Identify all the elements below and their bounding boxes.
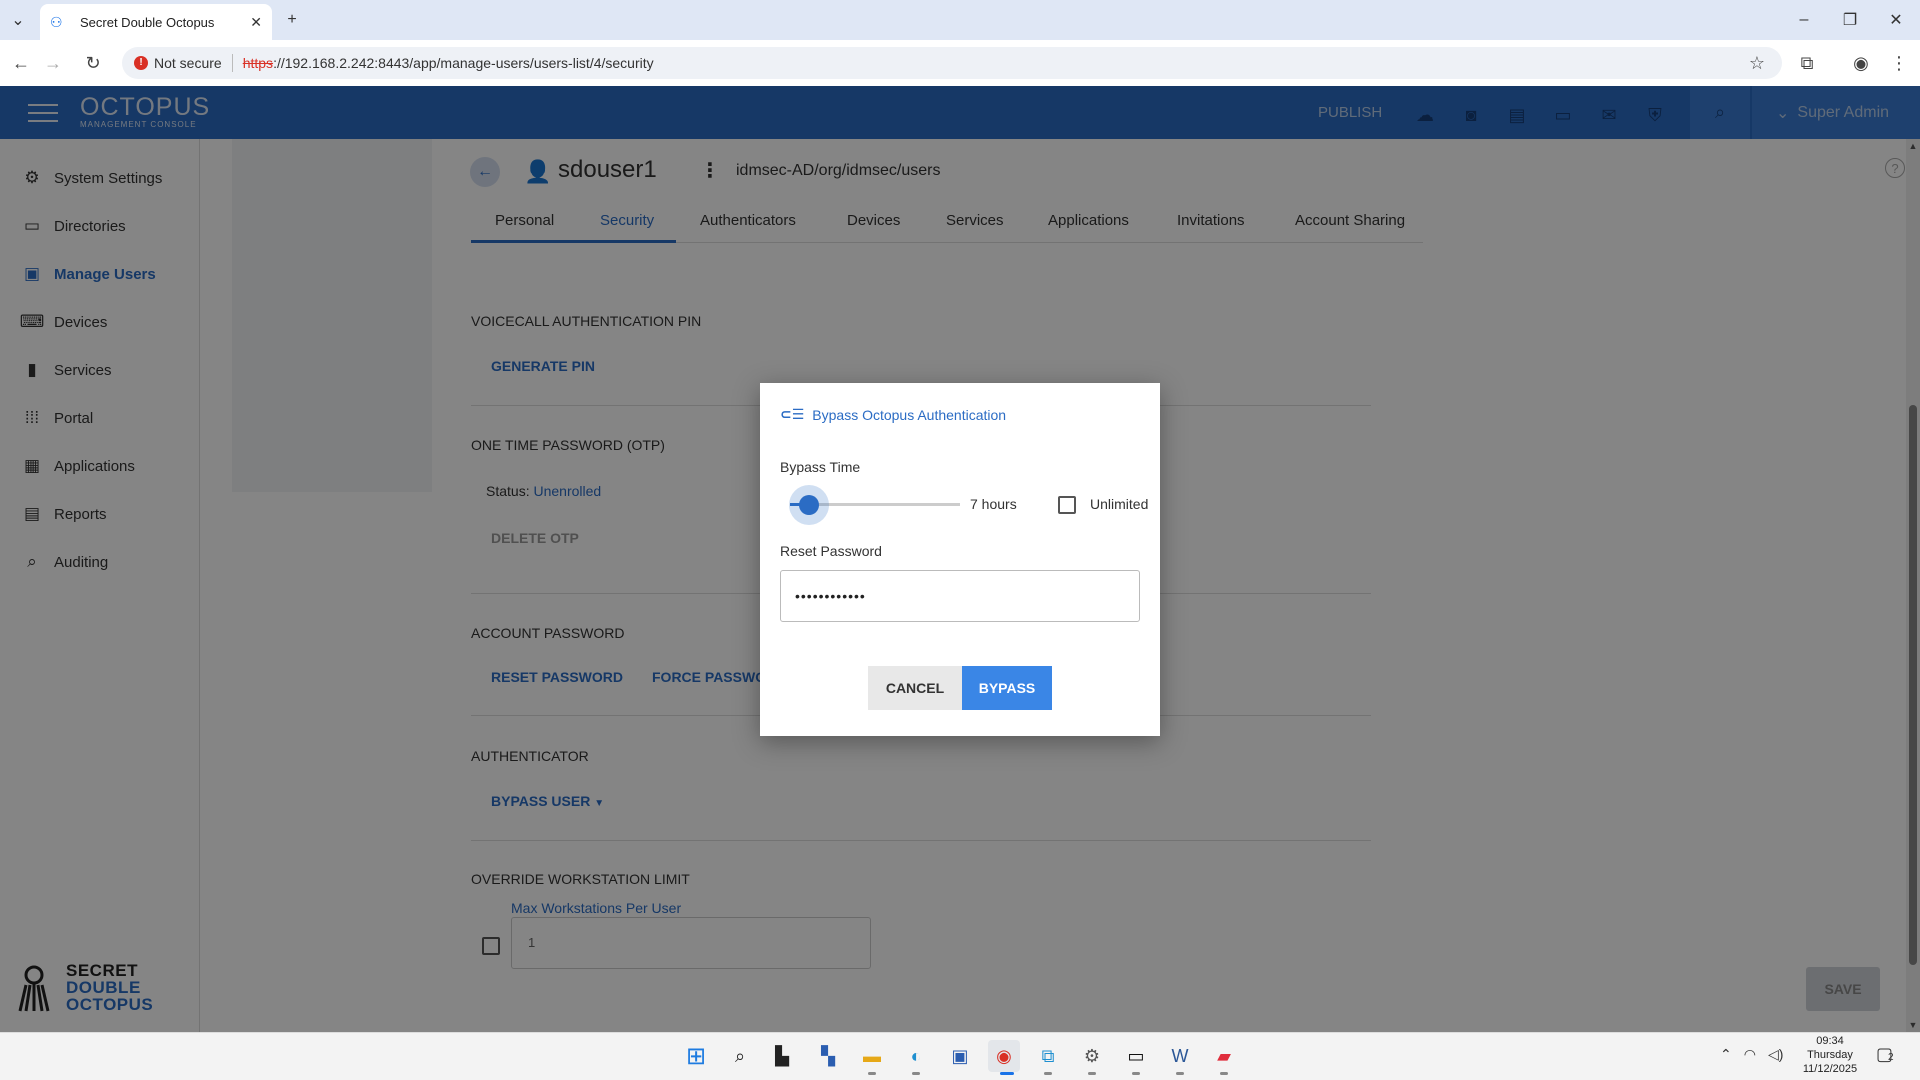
dialog-title-text: Bypass Octopus Authentication [812,406,1007,423]
widgets-icon[interactable]: ▚ [812,1040,844,1072]
taskbar-clock[interactable]: 09:34 Thursday 11/12/2025 [1796,1034,1864,1076]
notification-count: 2 [1888,1052,1894,1063]
notifications-icon[interactable]: ▢ 2 [1876,1044,1894,1065]
reset-password-input[interactable]: •••••••••••• [780,570,1140,622]
terminal-icon[interactable]: ▭ [1120,1040,1152,1072]
app-red-icon[interactable]: ▰ [1208,1040,1240,1072]
bypass-list-icon: ⊂☰ [780,406,805,422]
unlimited-checkbox[interactable] [1058,496,1076,514]
tab-favicon-icon: ⚇ [50,14,63,30]
edge-icon[interactable]: ◐ [900,1040,932,1072]
back-icon[interactable]: ← [6,48,36,78]
store-icon[interactable]: ▣ [944,1040,976,1072]
extensions-icon[interactable]: ⧉ [1792,48,1822,78]
url-text: ://192.168.2.242:8443/app/manage-users/u… [273,55,654,71]
window-close-icon[interactable]: ✕ [1876,6,1916,34]
reload-icon[interactable]: ↻ [78,48,108,78]
bypass-time-label: Bypass Time [780,459,861,475]
not-secure-icon: ! [134,56,148,70]
dialog-title: ⊂☰ Bypass Octopus Authentication [780,406,1006,423]
running-indicator [1132,1072,1140,1075]
file-explorer-icon[interactable]: ▬ [856,1040,888,1072]
minimize-icon[interactable]: – [1784,6,1824,34]
task-view-icon[interactable]: ▙ [766,1040,798,1072]
forward-icon[interactable]: → [38,48,68,78]
active-indicator [1000,1072,1014,1075]
restore-icon[interactable]: ❐ [1830,6,1870,34]
running-indicator [912,1072,920,1075]
running-indicator [1044,1072,1052,1075]
volume-icon[interactable]: ◁) [1768,1046,1783,1063]
unlimited-label: Unlimited [1090,496,1149,512]
word-icon[interactable]: W [1164,1040,1196,1072]
clock-date: 11/12/2025 [1802,1063,1858,1075]
bookmark-star-icon[interactable]: ☆ [1742,48,1772,78]
chrome-icon[interactable]: ◉ [988,1040,1020,1072]
settings-icon[interactable]: ⚙ [1076,1040,1108,1072]
new-tab-icon[interactable]: + [280,8,304,32]
profile-icon[interactable]: ◉ [1846,48,1876,78]
clock-day: Thursday [1807,1049,1853,1061]
address-bar[interactable]: ! Not secure https://192.168.2.242:8443/… [122,47,1782,79]
tray-chevron-icon[interactable]: ⌃ [1720,1046,1732,1063]
tab-search-icon[interactable]: ⌄ [6,8,30,32]
running-indicator [1220,1072,1228,1075]
tab-title: Secret Double Octopus [80,14,215,30]
browser-tab[interactable]: ⚇ Secret Double Octopus ✕ [40,4,272,40]
address-separator [231,54,233,72]
remote-desktop-icon[interactable]: ⧉ [1032,1040,1064,1072]
start-icon[interactable]: ⊞ [680,1040,712,1072]
taskbar-search-icon[interactable]: ⌕ [724,1040,756,1072]
running-indicator [1176,1072,1184,1075]
network-icon[interactable]: ◠ [1744,1046,1756,1063]
bypass-button[interactable]: BYPASS [962,666,1052,710]
clock-time: 09:34 [1816,1035,1844,1047]
reset-password-label: Reset Password [780,543,882,559]
browser-menu-icon[interactable]: ⋮ [1884,48,1914,78]
cancel-button[interactable]: CANCEL [868,666,962,710]
url-scheme: https [242,55,274,71]
tab-close-icon[interactable]: ✕ [250,14,262,31]
system-tray: ⌃ ◠ ◁) [1720,1046,1783,1063]
running-indicator [1088,1072,1096,1075]
bypass-time-value: 7 hours [970,496,1017,512]
running-indicator [868,1072,876,1075]
bypass-time-slider-handle[interactable] [799,495,819,515]
not-secure-label[interactable]: Not secure [154,55,222,71]
